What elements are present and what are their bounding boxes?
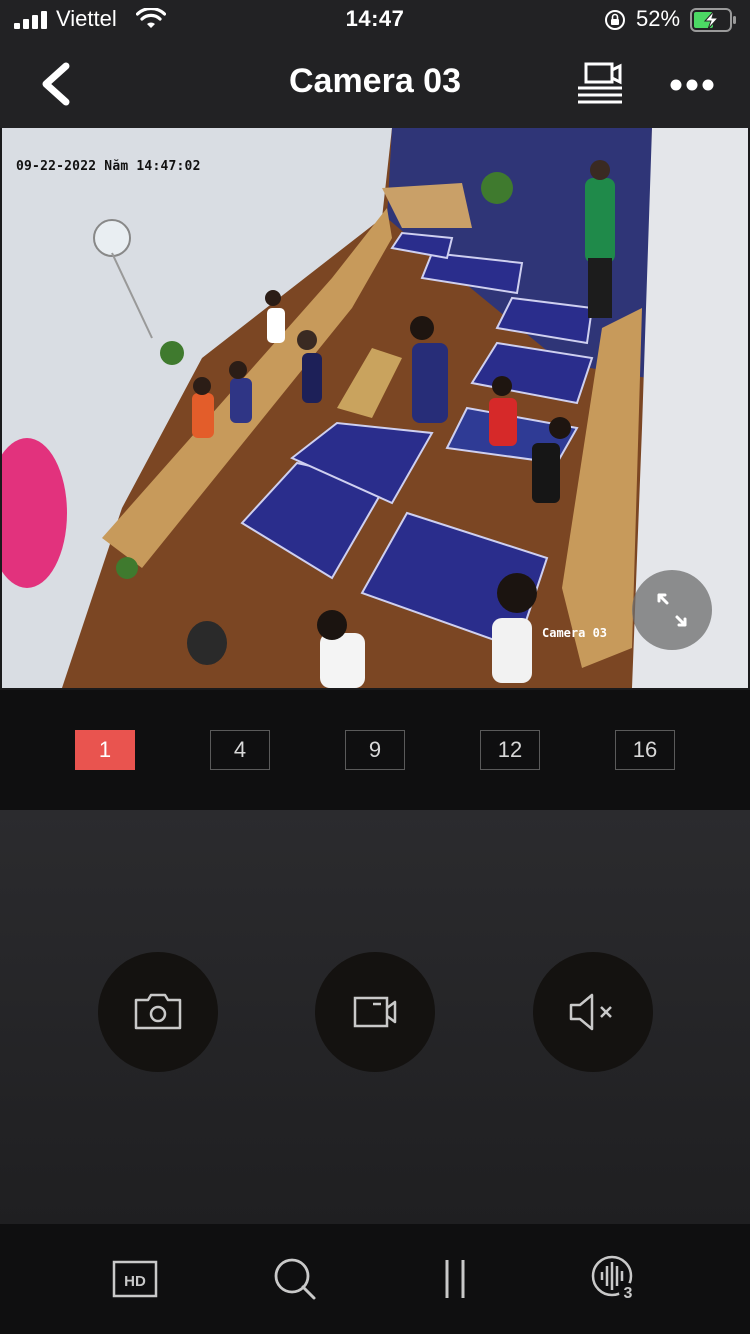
- cast-screen-icon[interactable]: [574, 62, 626, 106]
- fullscreen-button[interactable]: [632, 570, 712, 650]
- speaker-muted-icon: [569, 993, 612, 1031]
- video-record-icon: [353, 996, 397, 1028]
- camera-icon: [134, 993, 182, 1030]
- video-timestamp: 09-22-2022 Năm 14:47:02: [16, 159, 201, 174]
- rotation-lock-icon: [605, 10, 625, 30]
- channel-audio-button[interactable]: 3: [590, 1254, 640, 1304]
- battery-percent: 52%: [636, 6, 681, 31]
- page-title: Camera 03: [288, 62, 461, 100]
- grid-layout-selector: 1 4 9 12 16: [0, 690, 750, 810]
- record-button[interactable]: [315, 952, 435, 1072]
- hd-quality-button[interactable]: HD: [110, 1254, 160, 1304]
- bottom-toolbar: HD 3: [0, 1224, 750, 1334]
- more-dots-icon[interactable]: [668, 72, 716, 98]
- grid-option-9[interactable]: 9: [345, 730, 405, 770]
- grid-option-4[interactable]: 4: [210, 730, 270, 770]
- expand-arrows-icon: [657, 593, 687, 627]
- mute-button[interactable]: [533, 952, 653, 1072]
- battery-charging-icon: [690, 8, 736, 32]
- zoom-button[interactable]: [270, 1254, 320, 1304]
- status-bar: Viettel 14:47 52%: [0, 0, 750, 40]
- grid-option-12[interactable]: 12: [480, 730, 540, 770]
- pause-button[interactable]: [430, 1254, 480, 1304]
- camera-video-feed[interactable]: 09-22-2022 Năm 14:47:02 Camera 03: [2, 128, 748, 688]
- nav-header: Camera 03: [0, 44, 750, 128]
- channel-badge: 3: [624, 1285, 633, 1302]
- grid-option-1[interactable]: 1: [75, 730, 135, 770]
- top-area: Viettel 14:47 52% Camera 03: [0, 0, 750, 128]
- playback-controls: [0, 810, 750, 1224]
- grid-option-16[interactable]: 16: [615, 730, 675, 770]
- video-camera-label: Camera 03: [542, 626, 608, 640]
- hd-label: HD: [124, 1273, 146, 1290]
- snapshot-button[interactable]: [98, 952, 218, 1072]
